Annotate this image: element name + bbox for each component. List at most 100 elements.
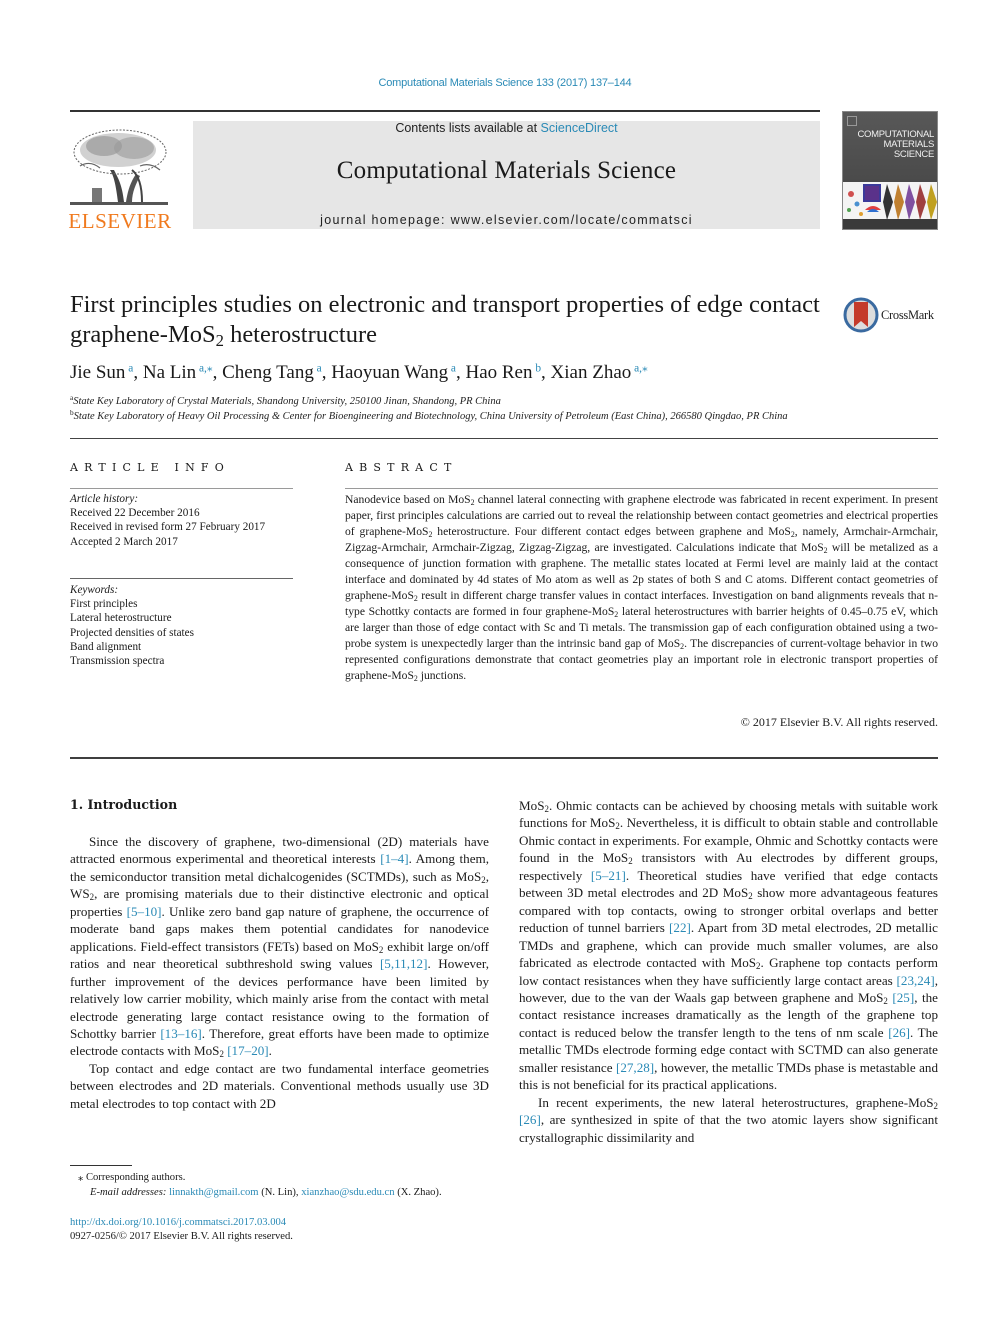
contents-prefix: Contents lists available at bbox=[395, 121, 541, 135]
body-column-right: MoS2. Ohmic contacts can be achieved by … bbox=[519, 797, 938, 1146]
author-name: Xian Zhao bbox=[550, 362, 632, 383]
author-separator: , bbox=[541, 362, 551, 383]
issn-line: 0927-0256/© 2017 Elsevier B.V. All right… bbox=[70, 1231, 293, 1242]
cover-title-line: SCIENCE bbox=[893, 149, 934, 160]
citation-link[interactable]: [5–10] bbox=[127, 904, 162, 919]
abstract-rule bbox=[345, 488, 938, 489]
section-divider bbox=[70, 438, 938, 439]
citation-link[interactable]: [5,11,12] bbox=[380, 956, 428, 971]
header-rule bbox=[70, 110, 820, 112]
journal-cover[interactable]: COMPUTATIONAL MATERIALS SCIENCE bbox=[842, 111, 938, 230]
author-list: Jie Sun a, Na Lin a,⁎, Cheng Tang a, Hao… bbox=[70, 362, 930, 384]
keyword-item: Projected densities of states bbox=[70, 626, 194, 639]
keyword-item: Transmission spectra bbox=[70, 655, 165, 668]
abstract-body: Nanodevice based on MoS2 channel lateral… bbox=[345, 492, 938, 684]
doi-line: http://dx.doi.org/10.1016/j.commatsci.20… bbox=[70, 1217, 500, 1228]
crossmark-icon bbox=[843, 297, 879, 333]
citation-link[interactable]: [13–16] bbox=[160, 1026, 201, 1041]
corresponding-author-note: ⁎ Corresponding authors. bbox=[78, 1172, 186, 1183]
email-label: E-mail addresses: bbox=[90, 1187, 170, 1198]
title-subscript: 2 bbox=[215, 331, 224, 351]
author-affiliation-mark[interactable]: a,⁎ bbox=[196, 363, 213, 375]
affiliation-text: State Key Laboratory of Heavy Oil Proces… bbox=[73, 411, 788, 422]
email-owner: (N. Lin), bbox=[258, 1187, 302, 1198]
paragraph: MoS2. Ohmic contacts can be achieved by … bbox=[519, 797, 938, 1094]
citation-link[interactable]: [26] bbox=[519, 1112, 541, 1127]
homepage-prefix: journal homepage: bbox=[320, 213, 451, 227]
article-history: Article history: Received 22 December 20… bbox=[70, 492, 294, 549]
author-name: Hao Ren bbox=[465, 362, 533, 383]
email-owner: (X. Zhao). bbox=[394, 1187, 442, 1198]
keyword-item: Band alignment bbox=[70, 640, 142, 653]
article-info-heading: ARTICLE INFO bbox=[70, 461, 230, 474]
article-title: First principles studies on electronic a… bbox=[70, 290, 830, 350]
paragraph: Since the discovery of graphene, two-dim… bbox=[70, 833, 489, 1060]
tree-icon bbox=[70, 129, 168, 205]
author-name: Haoyuan Wang bbox=[331, 362, 449, 383]
elsevier-logo[interactable]: ELSEVIER bbox=[68, 120, 172, 235]
author-name: Na Lin bbox=[142, 362, 197, 383]
crossmark-badge[interactable]: CrossMark bbox=[843, 297, 943, 335]
abstract-heading: ABSTRACT bbox=[345, 461, 458, 474]
author-separator: , bbox=[321, 362, 332, 383]
keywords-rule bbox=[70, 578, 293, 579]
citation-link[interactable]: [27,28] bbox=[616, 1060, 654, 1075]
body-column-left: Since the discovery of graphene, two-dim… bbox=[70, 833, 489, 1112]
contents-availability: Contents lists available at ScienceDirec… bbox=[193, 121, 820, 135]
body-text: In recent experiments, the new lateral h… bbox=[538, 1094, 934, 1110]
abstract-text: junctions. bbox=[417, 669, 467, 682]
author-affiliation-mark[interactable]: a bbox=[314, 363, 322, 375]
keyword-item: First principles bbox=[70, 598, 138, 611]
paragraph: In recent experiments, the new lateral h… bbox=[519, 1094, 938, 1146]
author-name: Cheng Tang bbox=[222, 362, 314, 383]
journal-reference[interactable]: Computational Materials Science 133 (201… bbox=[0, 77, 992, 89]
title-text-end: heterostructure bbox=[223, 321, 377, 348]
history-label: Article history: bbox=[70, 493, 139, 505]
body-text: . bbox=[268, 1043, 272, 1059]
introduction-heading: 1. Introduction bbox=[70, 797, 178, 812]
author-separator: , bbox=[133, 362, 143, 383]
keywords: Keywords: First principles Lateral heter… bbox=[70, 583, 294, 668]
article-info-rule bbox=[70, 488, 293, 489]
citation-link[interactable]: [23,24] bbox=[897, 973, 935, 988]
paragraph: Top contact and edge contact are two fun… bbox=[70, 1060, 489, 1112]
footnote-rule bbox=[70, 1165, 132, 1166]
cover-footer bbox=[843, 219, 937, 229]
journal-reference-link[interactable]: Computational Materials Science 133 (201… bbox=[379, 77, 632, 89]
body-text: Top contact and edge contact are two fun… bbox=[70, 1060, 489, 1111]
body-divider bbox=[70, 757, 938, 759]
keywords-label: Keywords: bbox=[70, 584, 119, 596]
citation-link[interactable]: [5–21] bbox=[591, 868, 626, 883]
cover-publisher-mark bbox=[847, 116, 857, 126]
citation-link[interactable]: [17–20] bbox=[227, 1043, 268, 1058]
citation-link[interactable]: [25] bbox=[892, 990, 914, 1005]
doi-link[interactable]: http://dx.doi.org/10.1016/j.commatsci.20… bbox=[70, 1217, 286, 1228]
cover-artwork-icon bbox=[843, 182, 937, 222]
history-revised: Received in revised form 27 February 201… bbox=[70, 521, 266, 534]
body-text: , are synthesized in spite of that the t… bbox=[519, 1112, 938, 1145]
homepage-url[interactable]: www.elsevier.com/locate/commatsci bbox=[451, 213, 693, 227]
email-addresses: E-mail addresses: linnakth@gmail.com (N.… bbox=[70, 1187, 500, 1198]
author-affiliation-mark[interactable]: a,⁎ bbox=[631, 363, 648, 375]
history-received: Received 22 December 2016 bbox=[70, 507, 200, 520]
title-text: First principles studies on electronic a… bbox=[70, 291, 820, 348]
elsevier-wordmark: ELSEVIER bbox=[68, 209, 172, 233]
affiliation-a: aState Key Laboratory of Crystal Materia… bbox=[70, 394, 940, 407]
email-link-zhao[interactable]: xianzhao@sdu.edu.cn bbox=[301, 1187, 394, 1198]
citation-link[interactable]: [22] bbox=[669, 920, 691, 935]
email-link-lin[interactable]: linnakth@gmail.com bbox=[169, 1187, 259, 1198]
citation-link[interactable]: [1–4] bbox=[380, 851, 408, 866]
author-name: Jie Sun bbox=[70, 362, 126, 383]
abstract-copyright: © 2017 Elsevier B.V. All rights reserved… bbox=[740, 715, 938, 729]
author-affiliation-mark[interactable]: a bbox=[448, 363, 456, 375]
journal-title: Computational Materials Science bbox=[336, 157, 677, 184]
body-text: MoS bbox=[519, 798, 545, 813]
crossmark-label: CrossMark bbox=[881, 308, 934, 322]
keyword-item: Lateral heterostructure bbox=[70, 612, 172, 625]
sciencedirect-link[interactable]: ScienceDirect bbox=[541, 121, 618, 135]
journal-masthead: Contents lists available at ScienceDirec… bbox=[193, 121, 820, 229]
citation-link[interactable]: [26] bbox=[888, 1025, 910, 1040]
author-affiliation-mark[interactable]: b bbox=[533, 363, 541, 375]
abstract-text: heterostructure. Four different contact … bbox=[432, 525, 791, 538]
affiliation-b: bState Key Laboratory of Heavy Oil Proce… bbox=[70, 409, 940, 422]
